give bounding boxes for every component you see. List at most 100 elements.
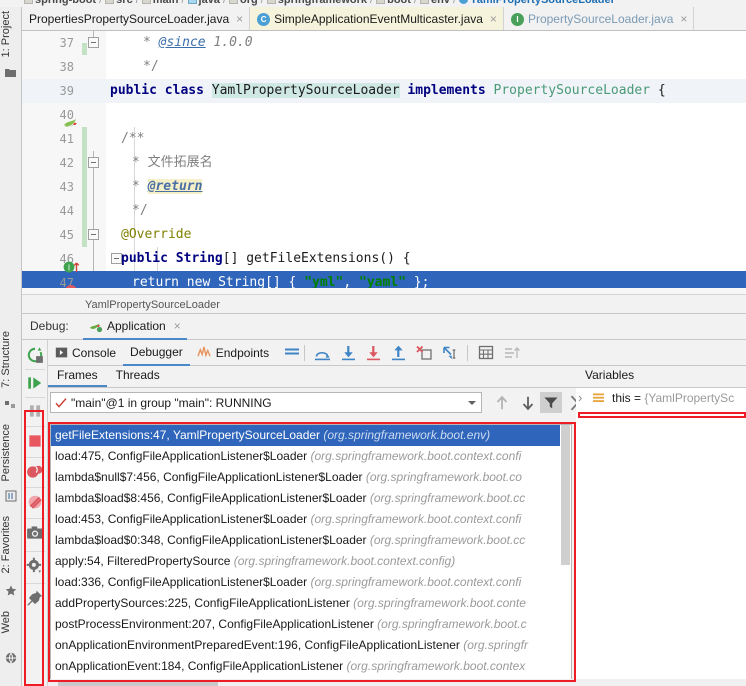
editor-tab-1[interactable]: CSimpleApplicationEventMulticaster.java×: [250, 7, 504, 31]
frame-list-item[interactable]: getFileExtensions:47, YamlPropertySource…: [51, 425, 571, 446]
code-line[interactable]: 42* 文件拓展名: [22, 151, 746, 175]
fold-marker[interactable]: [88, 229, 99, 240]
sidebar-item-project[interactable]: 1: Project: [0, 7, 22, 61]
pause-icon[interactable]: [26, 402, 44, 420]
breadcrumb-item-label: src: [116, 0, 133, 6]
folder-icon: [376, 0, 385, 4]
editor-tab-0[interactable]: PropertiesPropertySourceLoader.java×: [22, 7, 250, 31]
close-icon[interactable]: ×: [680, 13, 687, 25]
evaluate-expression-icon[interactable]: [478, 345, 494, 360]
run-to-cursor-icon[interactable]: [442, 345, 458, 361]
editor-tab-bar[interactable]: PropertiesPropertySourceLoader.java×CSim…: [22, 7, 746, 31]
chevron-down-icon[interactable]: [468, 401, 476, 405]
breadcrumb-item[interactable]: springframework: [267, 0, 367, 6]
force-step-into-icon[interactable]: [366, 345, 381, 361]
frame-list-item[interactable]: load:336, ConfigFileApplicationListener$…: [51, 572, 571, 593]
breadcrumb-item[interactable]: spring-boot: [24, 0, 96, 6]
frame-list-item[interactable]: onApplicationEnvironmentPreparedEvent:19…: [51, 635, 571, 656]
step-into-icon[interactable]: [341, 345, 356, 361]
step-over-icon[interactable]: [314, 345, 331, 361]
breadcrumb-item[interactable]: main: [142, 0, 179, 6]
stop-icon[interactable]: [26, 432, 44, 450]
rerun-icon[interactable]: [26, 346, 44, 364]
camera-icon[interactable]: [26, 524, 44, 542]
code-line[interactable]: 43* @return: [22, 175, 746, 199]
frames-tab-bar[interactable]: Frames Threads: [48, 366, 576, 388]
layout-settings-icon[interactable]: [284, 345, 300, 361]
step-out-icon[interactable]: [391, 345, 406, 361]
implementing-method-icon[interactable]: I: [63, 259, 81, 275]
move-frame-down-icon[interactable]: [518, 393, 538, 413]
breadcrumb-item[interactable]: java: [188, 0, 220, 6]
editor-tab-2[interactable]: IPropertySourceLoader.java×: [504, 7, 694, 31]
frame-list-item[interactable]: load:453, ConfigFileApplicationListener$…: [51, 509, 571, 530]
close-icon[interactable]: ×: [236, 13, 243, 25]
folder-icon: [105, 0, 114, 4]
breadcrumb-items[interactable]: spring-boot/src/main/java/org/springfram…: [24, 0, 615, 6]
sidebar-item-persistence[interactable]: Persistence: [0, 420, 22, 485]
spring-bean-icon[interactable]: [63, 115, 79, 131]
frame-list-item[interactable]: load:475, ConfigFileApplicationListener$…: [51, 446, 571, 467]
frame-list-item[interactable]: onApplicationEvent:184, ConfigFileApplic…: [51, 656, 571, 677]
resume-icon[interactable]: [26, 374, 44, 392]
frame-list-item[interactable]: lambda$null$7:456, ConfigFileApplication…: [51, 467, 571, 488]
sidebar-item-web[interactable]: Web: [0, 607, 22, 637]
code-line[interactable]: 46public String[] getFileExtensions() {: [22, 247, 746, 271]
move-frame-up-icon[interactable]: [492, 393, 512, 413]
fold-marker[interactable]: [111, 253, 122, 264]
debugger-toolbar[interactable]: Console Debugger Endpoints: [48, 340, 746, 366]
sidebar-item-structure[interactable]: 7: Structure: [0, 327, 22, 392]
tab-frames[interactable]: Frames: [48, 365, 107, 387]
breadcrumb-item[interactable]: boot: [376, 0, 411, 6]
frames-scrollbar[interactable]: [560, 425, 571, 685]
breadcrumb-item[interactable]: src: [105, 0, 133, 6]
code-line[interactable]: 37* @since 1.0.0: [22, 31, 746, 55]
filter-frames-button[interactable]: [540, 392, 562, 413]
close-icon[interactable]: ×: [174, 319, 181, 333]
breadcrumb-item[interactable]: org: [229, 0, 258, 6]
debug-session-tab[interactable]: Application ×: [83, 314, 187, 340]
mute-breakpoints-icon[interactable]: [26, 493, 44, 511]
fold-marker[interactable]: [88, 37, 99, 48]
variables-panel[interactable]: › this = {YamlPropertySc: [576, 388, 746, 686]
code-line[interactable]: 41/**: [22, 127, 746, 151]
close-icon[interactable]: ×: [490, 13, 497, 25]
tab-endpoints[interactable]: Endpoints: [190, 340, 276, 366]
pin-icon[interactable]: [26, 589, 44, 607]
code-line[interactable]: 44*/: [22, 199, 746, 223]
editor-breadcrumb-bar[interactable]: YamlPropertySourceLoader: [22, 294, 746, 314]
breadcrumb-item[interactable]: YamlPropertySourceLoader: [459, 0, 615, 6]
drop-frame-icon[interactable]: [416, 345, 432, 361]
sidebar-item-favorites[interactable]: 2: Favorites: [0, 512, 22, 577]
frame-list-item[interactable]: lambda$load$0:348, ConfigFileApplication…: [51, 530, 571, 551]
thread-selector-row[interactable]: "main"@1 in group "main": RUNNING: [50, 392, 572, 414]
chevron-right-icon[interactable]: ›: [578, 388, 582, 408]
gear-icon[interactable]: [26, 557, 44, 575]
frame-list-item[interactable]: lambda$load$8:456, ConfigFileApplication…: [51, 488, 571, 509]
thread-selector[interactable]: "main"@1 in group "main": RUNNING: [50, 392, 482, 413]
fold-marker[interactable]: [88, 157, 99, 168]
tab-variables[interactable]: Variables: [576, 365, 643, 387]
tab-debugger[interactable]: Debugger: [123, 340, 190, 366]
horizontal-scrollbar-thumb[interactable]: [58, 680, 218, 686]
frames-list[interactable]: getFileExtensions:47, YamlPropertySource…: [50, 424, 572, 686]
frames-scrollbar-thumb[interactable]: [561, 425, 570, 565]
breakpoints-icon[interactable]: [26, 463, 44, 481]
frame-list-item[interactable]: addPropertySources:225, ConfigFileApplic…: [51, 593, 571, 614]
tab-threads[interactable]: Threads: [107, 365, 169, 387]
horizontal-scrollbar[interactable]: [48, 679, 746, 686]
sidebar-item-favorites-label: 2: Favorites: [0, 516, 12, 573]
debug-side-toolbar[interactable]: [22, 340, 48, 686]
trace-current-stream-icon[interactable]: [504, 346, 520, 360]
frame-list-item[interactable]: postProcessEnvironment:207, ConfigFileAp…: [51, 614, 571, 635]
code-line[interactable]: 38*/: [22, 55, 746, 79]
variable-row[interactable]: › this = {YamlPropertySc: [576, 388, 746, 408]
code-editor[interactable]: 37* @since 1.0.038*/39public class YamlP…: [22, 31, 746, 294]
code-line[interactable]: 40: [22, 103, 746, 127]
code-line[interactable]: 45@Override: [22, 223, 746, 247]
frame-list-item[interactable]: apply:54, FilteredPropertySource (org.sp…: [51, 551, 571, 572]
variables-tab-bar: Variables: [576, 366, 746, 388]
tab-console[interactable]: Console: [48, 340, 123, 366]
code-line[interactable]: 39public class YamlPropertySourceLoader …: [22, 79, 746, 103]
breadcrumb-item[interactable]: env: [420, 0, 450, 6]
